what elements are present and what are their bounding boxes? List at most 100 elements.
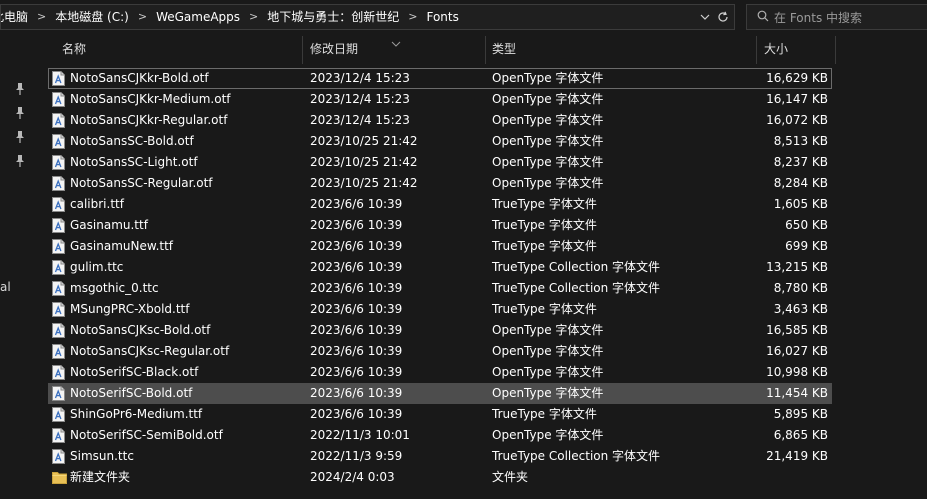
- file-row[interactable]: Gasinamu.ttf 2023/6/6 10:39 TrueType 字体文件 6…: [48, 215, 832, 236]
- file-name[interactable]: NotoSansCJKkr-Bold.otf: [70, 68, 209, 89]
- file-type: OpenType 字体文件: [492, 134, 604, 148]
- file-row[interactable]: NotoSansCJKkr-Medium.otf 2023/12/4 15:23 O…: [48, 89, 832, 110]
- file-name[interactable]: NotoSansSC-Light.otf: [70, 152, 198, 173]
- file-name[interactable]: NotoSansCJKkr-Regular.otf: [70, 110, 227, 131]
- file-type: TrueType 字体文件: [492, 407, 597, 421]
- file-type: OpenType 字体文件: [492, 71, 604, 85]
- search-icon: [757, 10, 769, 25]
- file-name[interactable]: GasinamuNew.ttf: [70, 236, 173, 257]
- file-row[interactable]: NotoSerifSC-Black.otf 2023/6/6 10:39 OpenT…: [48, 362, 832, 383]
- column-header-date[interactable]: 修改日期: [310, 36, 358, 64]
- file-name[interactable]: MSungPRC-Xbold.ttf: [70, 299, 189, 320]
- address-bar[interactable]: 此电脑 > 本地磁盘 (C:) > WeGameApps > 地下城与勇士：创新…: [0, 4, 735, 30]
- file-name[interactable]: ShinGoPr6-Medium.ttf: [70, 404, 202, 425]
- file-name[interactable]: NotoSansCJKsc-Regular.otf: [70, 341, 229, 362]
- file-name[interactable]: Gasinamu.ttf: [70, 215, 148, 236]
- nav-pane-item-label[interactable]: al: [0, 280, 11, 294]
- column-divider[interactable]: [756, 36, 757, 64]
- breadcrumb-this-pc[interactable]: 此电脑: [1, 5, 30, 29]
- pin-icon[interactable]: [14, 82, 26, 96]
- file-type: OpenType 字体文件: [492, 92, 604, 106]
- column-divider[interactable]: [302, 36, 303, 64]
- file-name[interactable]: 新建文件夹: [70, 467, 130, 488]
- file-row[interactable]: NotoSerifSC-Bold.otf 2023/6/6 10:39 OpenTy…: [48, 383, 832, 404]
- file-size: 8,780 KB: [773, 281, 828, 295]
- file-name[interactable]: NotoSerifSC-Black.otf: [70, 362, 198, 383]
- file-row[interactable]: gulim.ttc 2023/6/6 10:39 TrueType Collecti…: [48, 257, 832, 278]
- font-file-icon: [52, 260, 65, 275]
- column-header: 名称 修改日期 类型 大小: [48, 36, 836, 64]
- file-size: 699 KB: [785, 239, 828, 253]
- file-size: 5,895 KB: [773, 407, 828, 421]
- search-box[interactable]: 在 Fonts 中搜索: [746, 4, 927, 30]
- file-date: 2022/11/3 10:01: [310, 428, 410, 442]
- file-name[interactable]: NotoSansSC-Regular.otf: [70, 173, 213, 194]
- column-divider[interactable]: [835, 36, 836, 64]
- breadcrumb-separator-icon[interactable]: >: [30, 5, 53, 29]
- file-type: TrueType Collection 字体文件: [492, 260, 661, 274]
- breadcrumb-separator-icon[interactable]: >: [242, 5, 265, 29]
- file-row[interactable]: msgothic_0.ttc 2023/6/6 10:39 TrueType Col…: [48, 278, 832, 299]
- file-row[interactable]: NotoSansSC-Bold.otf 2023/10/25 21:42 OpenT…: [48, 131, 832, 152]
- file-row[interactable]: GasinamuNew.ttf 2023/6/6 10:39 TrueType 字体…: [48, 236, 832, 257]
- breadcrumb-game-folder[interactable]: 地下城与勇士：创新世纪: [265, 5, 401, 29]
- file-row[interactable]: calibri.ttf 2023/6/6 10:39 TrueType 字体文件 1,…: [48, 194, 832, 215]
- column-header-name[interactable]: 名称: [62, 36, 86, 64]
- column-header-size[interactable]: 大小: [764, 36, 788, 64]
- search-placeholder[interactable]: 在 Fonts 中搜索: [774, 9, 862, 26]
- refresh-icon[interactable]: [715, 5, 731, 29]
- file-row[interactable]: MSungPRC-Xbold.ttf 2023/6/6 10:39 TrueType…: [48, 299, 832, 320]
- file-row[interactable]: 新建文件夹 2024/2/4 0:03 文件夹: [48, 467, 832, 488]
- font-file-icon: [52, 218, 65, 233]
- file-type: TrueType 字体文件: [492, 197, 597, 211]
- breadcrumb-fonts[interactable]: Fonts: [424, 5, 460, 29]
- pin-icon[interactable]: [14, 106, 26, 120]
- file-name[interactable]: calibri.ttf: [70, 194, 124, 215]
- breadcrumb-separator-icon[interactable]: >: [401, 5, 424, 29]
- file-name[interactable]: Simsun.ttc: [70, 446, 134, 467]
- file-date: 2023/10/25 21:42: [310, 134, 418, 148]
- file-date: 2023/6/6 10:39: [310, 344, 403, 358]
- pin-icon[interactable]: [14, 154, 26, 168]
- file-row[interactable]: NotoSansSC-Light.otf 2023/10/25 21:42 Open…: [48, 152, 832, 173]
- breadcrumb-local-disk[interactable]: 本地磁盘 (C:): [53, 5, 131, 29]
- font-file-icon: [52, 407, 65, 422]
- file-size: 8,237 KB: [773, 155, 828, 169]
- file-row[interactable]: Simsun.ttc 2022/11/3 9:59 TrueType Collect…: [48, 446, 832, 467]
- file-name[interactable]: msgothic_0.ttc: [70, 278, 159, 299]
- file-row[interactable]: ShinGoPr6-Medium.ttf 2023/6/6 10:39 TrueTy…: [48, 404, 832, 425]
- font-file-icon: [52, 239, 65, 254]
- file-name[interactable]: NotoSansCJKsc-Bold.otf: [70, 320, 210, 341]
- file-date: 2023/6/6 10:39: [310, 281, 403, 295]
- file-row[interactable]: NotoSerifSC-SemiBold.otf 2022/11/3 10:01 O…: [48, 425, 832, 446]
- file-date: 2023/10/25 21:42: [310, 155, 418, 169]
- breadcrumb-separator-icon[interactable]: >: [131, 5, 154, 29]
- file-name[interactable]: gulim.ttc: [70, 257, 123, 278]
- file-size: 6,865 KB: [773, 428, 828, 442]
- file-type: OpenType 字体文件: [492, 386, 604, 400]
- file-name[interactable]: NotoSerifSC-Bold.otf: [70, 383, 192, 404]
- file-size: 16,072 KB: [766, 113, 828, 127]
- file-name[interactable]: NotoSansSC-Bold.otf: [70, 131, 194, 152]
- pin-icon[interactable]: [14, 130, 26, 144]
- file-row[interactable]: NotoSansCJKkr-Regular.otf 2023/12/4 15:23…: [48, 110, 832, 131]
- font-file-icon: [52, 176, 65, 191]
- column-header-type[interactable]: 类型: [492, 36, 516, 64]
- column-divider[interactable]: [485, 36, 486, 64]
- address-history-chevron-down-icon[interactable]: [698, 5, 712, 29]
- file-row[interactable]: NotoSansCJKsc-Bold.otf 2023/6/6 10:39 Open…: [48, 320, 832, 341]
- file-size: 1,605 KB: [773, 197, 828, 211]
- file-name[interactable]: NotoSansCJKkr-Medium.otf: [70, 89, 231, 110]
- file-size: 21,419 KB: [766, 449, 828, 463]
- file-explorer-window: 此电脑 > 本地磁盘 (C:) > WeGameApps > 地下城与勇士：创新…: [0, 0, 927, 499]
- file-type: OpenType 字体文件: [492, 344, 604, 358]
- file-date: 2023/6/6 10:39: [310, 365, 403, 379]
- file-row[interactable]: NotoSansCJKsc-Regular.otf 2023/6/6 10:39 O…: [48, 341, 832, 362]
- file-row[interactable]: NotoSansCJKkr-Bold.otf 2023/12/4 15:23 Ope…: [48, 68, 832, 89]
- file-size: 13,215 KB: [766, 260, 828, 274]
- file-size: 3,463 KB: [773, 302, 828, 316]
- breadcrumb-wegameapps[interactable]: WeGameApps: [154, 5, 242, 29]
- file-row[interactable]: NotoSansSC-Regular.otf 2023/10/25 21:42 Op…: [48, 173, 832, 194]
- file-date: 2024/2/4 0:03: [310, 470, 395, 484]
- file-name[interactable]: NotoSerifSC-SemiBold.otf: [70, 425, 223, 446]
